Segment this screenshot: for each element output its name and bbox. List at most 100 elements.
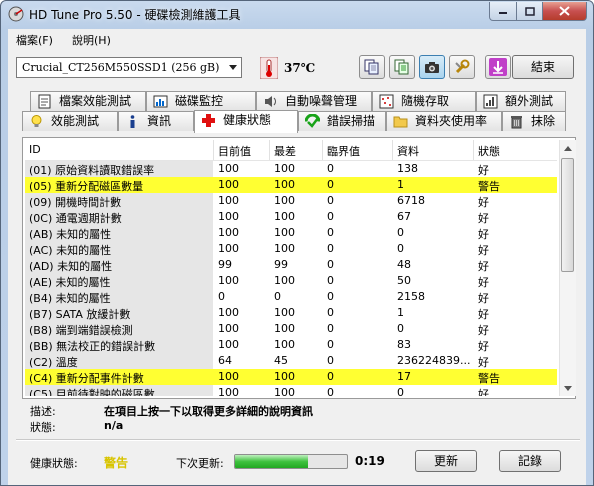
tab-random-access[interactable]: 隨機存取 bbox=[372, 91, 476, 111]
cell-threshold: 0 bbox=[327, 258, 334, 271]
cell-worst: 45 bbox=[274, 354, 288, 367]
title-bar[interactable]: HD Tune Pro 5.50 - 硬碟檢測維護工具 bbox=[1, 1, 593, 27]
cell-current: 100 bbox=[218, 210, 239, 223]
table-row[interactable]: (09) 開機時間計數 100 100 0 6718 好 bbox=[25, 193, 557, 209]
cell-threshold: 0 bbox=[327, 290, 334, 303]
close-icon bbox=[559, 6, 570, 16]
refresh-button[interactable]: 更新 bbox=[415, 450, 477, 472]
cell-status: 好 bbox=[478, 388, 489, 396]
column-header-current[interactable]: 目前值 bbox=[218, 143, 251, 159]
scroll-down-button[interactable] bbox=[561, 380, 575, 396]
cell-threshold: 0 bbox=[327, 210, 334, 223]
close-button[interactable] bbox=[543, 2, 587, 21]
cell-data: 67 bbox=[397, 210, 411, 223]
chevron-down-icon bbox=[564, 385, 572, 391]
column-header-worst[interactable]: 最差 bbox=[274, 143, 296, 159]
cell-status: 警告 bbox=[478, 372, 500, 385]
cell-current: 100 bbox=[218, 194, 239, 207]
copy-button[interactable] bbox=[359, 55, 385, 79]
trash-icon bbox=[511, 116, 522, 129]
cell-threshold: 0 bbox=[327, 178, 334, 191]
save-button[interactable] bbox=[485, 55, 511, 79]
cell-threshold: 0 bbox=[327, 226, 334, 239]
cell-id: (09) 開機時間計數 bbox=[29, 196, 122, 209]
scroll-up-button[interactable] bbox=[561, 140, 575, 156]
cell-status: 好 bbox=[478, 308, 489, 321]
table-row[interactable]: (C4) 重新分配事件計數 100 100 0 17 警告 bbox=[25, 369, 557, 385]
cell-worst: 100 bbox=[274, 306, 295, 319]
cell-worst: 100 bbox=[274, 242, 295, 255]
file-benchmark-icon bbox=[38, 94, 51, 109]
menu-help[interactable]: 說明(H) bbox=[72, 32, 111, 48]
table-row[interactable]: (B8) 端到端錯誤檢測 100 100 0 0 好 bbox=[25, 321, 557, 337]
cell-id: (B7) SATA 放緩計數 bbox=[29, 308, 131, 321]
cell-worst: 100 bbox=[274, 162, 295, 175]
cell-threshold: 0 bbox=[327, 242, 334, 255]
column-header-data[interactable]: 資料 bbox=[397, 143, 419, 159]
client-area: 檔案(F) 說明(H) Crucial_CT256M550SSD1 (256 g… bbox=[8, 29, 586, 485]
cell-current: 64 bbox=[218, 354, 232, 367]
tab-label: 健康狀態 bbox=[223, 113, 272, 127]
tab-benchmark[interactable]: 效能測試 bbox=[22, 111, 118, 131]
tab-file-benchmark[interactable]: 檔案效能測試 bbox=[30, 91, 146, 111]
toolbar: Crucial_CT256M550SSD1 (256 gB) 37℃ 結束 bbox=[8, 51, 586, 89]
tab-erase[interactable]: 抹除 bbox=[502, 111, 566, 131]
scroll-thumb[interactable] bbox=[561, 158, 574, 272]
tab-label: 額外測試 bbox=[505, 94, 554, 108]
table-row[interactable]: (0C) 通電週期計數 100 100 0 67 好 bbox=[25, 209, 557, 225]
health-cross-icon bbox=[202, 114, 215, 127]
table-row[interactable]: (C5) 目前待對映的磁區數 100 100 0 0 好 bbox=[25, 385, 557, 396]
tab-health[interactable]: 健康狀態 bbox=[194, 110, 298, 133]
cell-current: 100 bbox=[218, 178, 239, 191]
table-row[interactable]: (AE) 未知的屬性 100 100 0 50 好 bbox=[25, 273, 557, 289]
minimize-button[interactable] bbox=[489, 2, 517, 21]
log-button[interactable]: 記錄 bbox=[499, 450, 561, 472]
hd-tune-app-icon bbox=[8, 6, 24, 22]
table-row[interactable]: (05) 重新分配磁區數量 100 100 0 1 警告 bbox=[25, 177, 557, 193]
cell-status: 好 bbox=[478, 212, 489, 225]
options-button[interactable] bbox=[449, 55, 475, 79]
cell-id: (B4) 未知的屬性 bbox=[29, 292, 111, 305]
cell-worst: 100 bbox=[274, 210, 295, 223]
cell-threshold: 0 bbox=[327, 370, 334, 383]
tab-error-scan[interactable]: 錯誤掃描 bbox=[298, 111, 386, 131]
cell-current: 100 bbox=[218, 370, 239, 383]
cell-current: 100 bbox=[218, 242, 239, 255]
vertical-scrollbar[interactable] bbox=[559, 140, 576, 396]
tab-acoustic[interactable]: 自動噪聲管理 bbox=[256, 91, 372, 111]
cell-data: 1 bbox=[397, 306, 404, 319]
cell-status: 好 bbox=[478, 244, 489, 257]
column-divider bbox=[213, 140, 214, 160]
copy-text-button[interactable] bbox=[389, 55, 415, 79]
table-row[interactable]: (AC) 未知的屬性 100 100 0 0 好 bbox=[25, 241, 557, 257]
drive-select[interactable]: Crucial_CT256M550SSD1 (256 gB) bbox=[16, 57, 242, 78]
column-header-threshold[interactable]: 臨界值 bbox=[327, 143, 360, 159]
screenshot-button[interactable] bbox=[419, 55, 445, 79]
cell-data: 1 bbox=[397, 178, 404, 191]
exit-button[interactable]: 結束 bbox=[512, 55, 574, 79]
table-row[interactable]: (B4) 未知的屬性 0 0 0 2158 好 bbox=[25, 289, 557, 305]
menu-file[interactable]: 檔案(F) bbox=[16, 32, 53, 48]
table-row[interactable]: (01) 原始資料讀取錯誤率 100 100 0 138 好 bbox=[25, 161, 557, 177]
tab-extra-tests[interactable]: 額外測試 bbox=[476, 91, 566, 111]
cell-data: 17 bbox=[397, 370, 411, 383]
table-row[interactable]: (BB) 無法校正的錯誤計數 100 100 0 83 好 bbox=[25, 337, 557, 353]
cell-data: 2158 bbox=[397, 290, 425, 303]
copy-icon bbox=[364, 59, 379, 75]
table-row[interactable]: (AD) 未知的屬性 99 99 0 48 好 bbox=[25, 257, 557, 273]
tab-info[interactable]: 資訊 bbox=[118, 111, 194, 131]
maximize-button[interactable] bbox=[517, 2, 543, 21]
table-row[interactable]: (AB) 未知的屬性 100 100 0 0 好 bbox=[25, 225, 557, 241]
column-header-status[interactable]: 狀態 bbox=[478, 143, 500, 159]
table-row[interactable]: (B7) SATA 放緩計數 100 100 0 1 好 bbox=[25, 305, 557, 321]
chevron-up-icon bbox=[564, 145, 572, 151]
table-header: ID 目前值 最差 臨界值 資料 狀態 bbox=[25, 140, 557, 161]
options-icon bbox=[455, 59, 470, 74]
table-row[interactable]: (C2) 溫度 64 45 0 236224839... 好 bbox=[25, 353, 557, 369]
tab-folder-usage[interactable]: 資料夾使用率 bbox=[386, 111, 502, 131]
tab-label: 抹除 bbox=[531, 114, 556, 128]
tab-disk-monitor[interactable]: 磁碟監控 bbox=[146, 91, 256, 111]
copy-text-icon bbox=[394, 59, 409, 75]
column-header-id[interactable]: ID bbox=[29, 143, 41, 156]
attribute-status-value: n/a bbox=[104, 419, 124, 432]
